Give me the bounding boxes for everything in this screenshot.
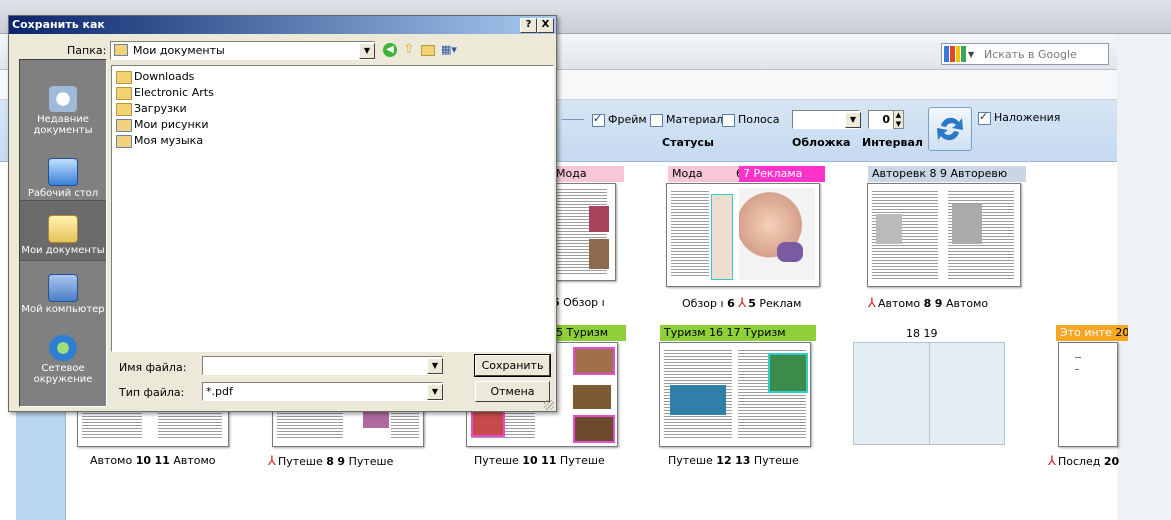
toolbar-divider [562, 119, 584, 120]
new-folder-icon[interactable] [421, 45, 435, 56]
overlays-checkbox[interactable]: Наложения [978, 110, 1061, 125]
overlays-label: Наложения [994, 111, 1061, 124]
save-button[interactable]: Сохранить [474, 354, 551, 377]
music-folder-icon [116, 134, 132, 148]
refresh-icon [937, 117, 963, 141]
overlays-check[interactable] [978, 110, 991, 125]
cancel-button[interactable]: Отмена [475, 381, 550, 402]
stripe-label: Полоса [738, 113, 780, 126]
place-desktop[interactable]: Рабочий стол [20, 158, 106, 199]
pdf-icon[interactable]: ⅄ [738, 296, 746, 311]
list-item[interactable]: Мои рисунки [116, 117, 209, 133]
folder-dropdown-arrow-icon[interactable]: ▼ [359, 43, 375, 59]
my-computer-icon [48, 274, 78, 302]
place-label: Мой компьютер [21, 304, 105, 315]
frame-check[interactable] [592, 112, 605, 127]
spread-caption: Автомо 10 11 Автомо [90, 454, 216, 467]
spread-tag: Мода [552, 166, 624, 182]
close-button[interactable]: X [537, 18, 554, 33]
folder-label: Папка: [67, 44, 107, 57]
spread-caption: Путеше 12 13 Путеше [668, 454, 799, 467]
material-check[interactable] [650, 113, 663, 127]
place-my-computer[interactable]: Мой компьютер [20, 274, 106, 315]
place-my-documents[interactable]: Мои документы [20, 200, 106, 261]
page-caption: ⅄ Послед 20 [1048, 454, 1120, 469]
search-dropdown-icon[interactable]: ▼ [968, 50, 974, 59]
filetype-label: Тип файла: [119, 386, 185, 399]
list-item[interactable]: Electronic Arts [116, 85, 214, 101]
interval-spin-icon[interactable]: ▲ ▼ [893, 110, 904, 129]
material-checkbox[interactable]: Материал [650, 113, 723, 127]
folder-select[interactable]: Мои документы [110, 41, 375, 60]
stripe-check[interactable] [722, 113, 735, 127]
list-item[interactable]: Моя музыка [116, 133, 203, 149]
up-folder-icon[interactable]: ⇧ [402, 43, 416, 57]
interval-value: 0 [882, 113, 890, 126]
places-bar: Недавние документы Рабочий стол Мои доку… [19, 59, 107, 407]
interval-label: Интервал [862, 136, 923, 149]
empty-spread[interactable] [853, 342, 1005, 445]
place-label: Сетевое окружение [33, 363, 93, 385]
cover-select-arrow-icon[interactable]: ▼ [845, 112, 861, 128]
resize-grip-icon[interactable] [544, 400, 554, 410]
place-network[interactable]: Сетевое окружение [20, 335, 106, 385]
list-item[interactable]: Загрузки [116, 101, 187, 117]
place-recent[interactable]: Недавние документы [20, 86, 106, 136]
spread-thumbnail[interactable] [666, 183, 820, 287]
place-label: Недавние документы [33, 114, 93, 136]
filename-field[interactable] [202, 356, 443, 375]
refresh-button[interactable] [928, 107, 972, 151]
spread-caption: Путеше 10 11 Путеше [474, 454, 605, 467]
file-list[interactable]: Downloads Electronic Arts Загрузки Мои р… [111, 65, 554, 352]
google-search-placeholder: Искать в Google [984, 48, 1077, 61]
frame-label: Фрейм [608, 113, 647, 126]
filetype-select[interactable]: *.pdf [202, 382, 443, 401]
spread-tag: Туризм 16 17 Туризм [660, 325, 816, 341]
network-icon [49, 335, 77, 361]
frame-checkbox[interactable]: Фрейм [592, 112, 647, 127]
my-documents-icon [114, 44, 128, 56]
page-caption: 5 Обзор ı [552, 296, 605, 309]
dialog-title: Сохранить как [9, 16, 556, 34]
spread-thumbnail[interactable] [659, 342, 811, 447]
spread-tag: Это инте 20 [1056, 325, 1128, 341]
filename-dropdown-arrow-icon[interactable]: ▼ [427, 358, 443, 374]
save-as-dialog: Сохранить как ? X Папка: Мои документы ▼… [8, 15, 557, 412]
help-button[interactable]: ? [520, 18, 537, 33]
statuses-label: Статусы [662, 136, 714, 149]
filename-label: Имя файла: [119, 361, 187, 374]
spread-tag: 5 Туризм [552, 325, 626, 341]
cover-label: Обложка [792, 136, 851, 149]
back-icon[interactable]: ◀ [383, 43, 397, 57]
spread-tag: Авторевк 8 9 Авторевю [868, 166, 1026, 182]
page-thumbnail[interactable] [1058, 342, 1118, 447]
recent-docs-icon [49, 86, 77, 112]
view-menu-icon[interactable]: ▦▾ [441, 43, 463, 57]
page-numbers: 18 19 [906, 327, 938, 340]
google-logo-icon[interactable] [944, 46, 966, 62]
page-thumbnail[interactable] [552, 183, 616, 281]
pdf-icon[interactable]: ⅄ [268, 454, 276, 469]
filetype-dropdown-arrow-icon[interactable]: ▼ [427, 384, 443, 400]
my-documents-icon [48, 215, 78, 243]
pdf-icon[interactable]: ⅄ [868, 296, 876, 311]
spread-tag-right: 7 Реклама [739, 166, 825, 182]
pictures-folder-icon [116, 118, 132, 132]
list-item[interactable]: Downloads [116, 69, 194, 85]
spread-caption: ⅄ Путеше 8 9 Путеше [268, 454, 394, 469]
desktop-icon [48, 158, 78, 186]
spread-thumbnail[interactable] [867, 183, 1021, 287]
stripe-checkbox[interactable]: Полоса [722, 113, 780, 127]
spread-caption: ⅄ Автомо 8 9 Автомо [868, 296, 989, 311]
material-label: Материал [666, 113, 724, 126]
folder-icon [116, 86, 132, 100]
folder-icon [116, 70, 132, 84]
folder-icon [116, 102, 132, 116]
folder-select-value: Мои документы [133, 44, 225, 57]
pdf-icon[interactable]: ⅄ [1048, 454, 1056, 469]
place-label: Мои документы [21, 245, 105, 256]
spread-caption: Обзор ı 6 ⅄ 5 Реклам [682, 296, 802, 311]
place-label: Рабочий стол [27, 188, 99, 199]
right-panel [1117, 34, 1171, 520]
